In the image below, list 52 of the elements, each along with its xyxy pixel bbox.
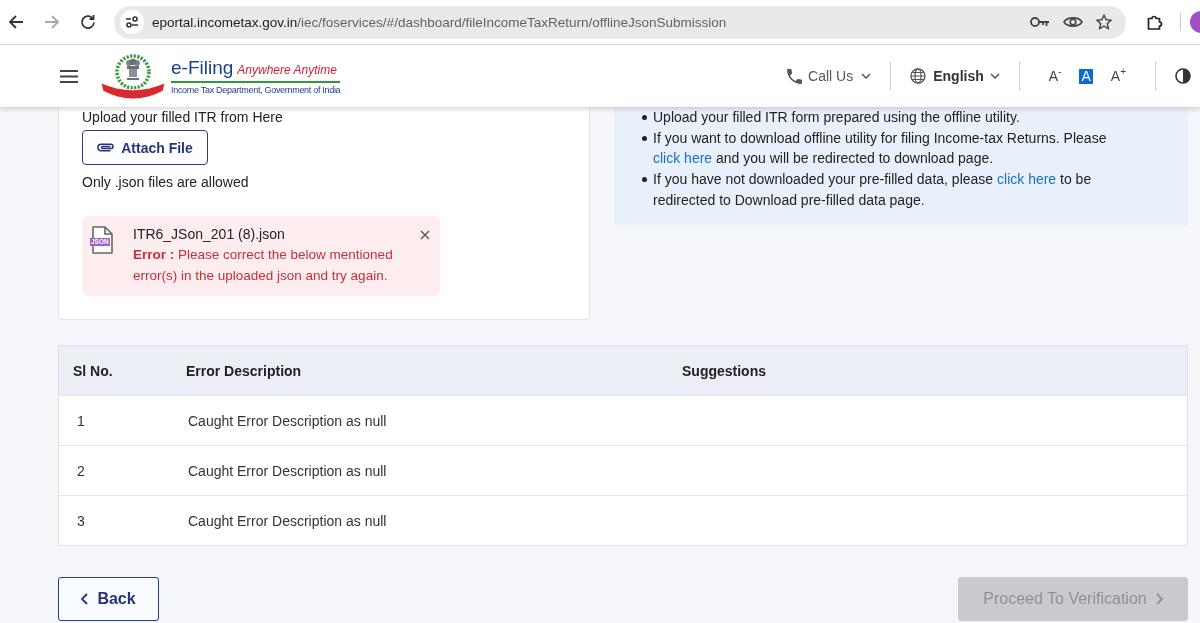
logo-tagline: Anywhere Anytime	[237, 63, 337, 77]
table-cell: Caught Error Description as null	[188, 512, 387, 529]
table-cell: 3	[77, 512, 85, 529]
avatar-icon[interactable]	[1190, 11, 1200, 33]
bullet-text: If you want to download offline utility for filing Income-tax Returns. Please click here and you will be redirected to download page.	[653, 128, 1108, 169]
logo-title: e-Filing	[171, 57, 234, 79]
key-icon[interactable]	[1030, 16, 1051, 28]
upload-instruction: Upload your filled ITR from Here	[82, 108, 284, 127]
address-bar[interactable]: eportal.incometax.gov.in/iec/foservices/#/dashboard/fileIncomeTaxReturn/offlineJsonSubmission	[114, 5, 1127, 39]
table-cell: Caught Error Description as null	[188, 412, 387, 429]
chevron-down-icon	[861, 73, 872, 79]
globe-icon	[910, 68, 927, 84]
eye-icon[interactable]	[1063, 15, 1084, 29]
close-icon[interactable]	[420, 230, 430, 240]
text-size-button[interactable]: A	[1079, 68, 1093, 84]
text-size-button[interactable]: A$^{-}$	[1046, 68, 1064, 84]
back-button[interactable]: Back	[58, 577, 159, 621]
chevron-down-icon	[989, 73, 1000, 79]
paperclip-icon	[97, 143, 116, 152]
phone-icon	[787, 68, 803, 84]
reload-icon[interactable]	[80, 14, 96, 30]
bullet-text: If you have not downloaded your pre-filled data, please click here to be redirected to Download pre-filled data page.	[653, 170, 1093, 210]
puzzle-icon[interactable]	[1147, 14, 1163, 30]
column-header: Sl No.	[73, 362, 113, 379]
table-cell: 1	[77, 412, 85, 429]
file-type-hint: Only .json files are allowed	[82, 173, 250, 192]
text-size-button[interactable]: A$^{+}$	[1108, 68, 1128, 84]
sliders-icon[interactable]	[120, 10, 144, 34]
column-header: Suggestions	[682, 362, 766, 379]
language-button[interactable]: English	[910, 68, 1000, 84]
emblem-icon	[100, 53, 166, 99]
bullet-icon	[642, 135, 647, 141]
file-name: ITR6_JSon_201 (8).json	[133, 225, 286, 244]
link[interactable]: click here	[653, 150, 713, 167]
chevron-left-icon	[81, 593, 89, 605]
menu-icon[interactable]	[60, 69, 78, 83]
contrast-icon[interactable]	[1175, 68, 1191, 84]
link[interactable]: click here	[997, 171, 1057, 188]
error-message: Error : Please correct the below mentioned error(s) in the uploaded json and try again.	[133, 246, 394, 285]
chevron-right-icon	[1155, 593, 1163, 605]
attach-file-button[interactable]: Attach File	[82, 130, 208, 165]
back-arrow-icon[interactable]	[8, 14, 24, 30]
column-header: Error Description	[186, 362, 302, 379]
bullet-icon	[642, 177, 647, 183]
table-cell: Caught Error Description as null	[188, 462, 387, 479]
url-text[interactable]: eportal.incometax.gov.in/iec/foservices/#/dashboard/fileIncomeTaxReturn/offlineJsonSubmission	[152, 14, 1018, 30]
call-us-button[interactable]: Call Us	[787, 68, 872, 84]
table-cell: 2	[77, 462, 85, 479]
bullet-text: Upload your filled ITR form prepared using the offline utility.	[653, 108, 1020, 127]
star-icon[interactable]	[1096, 14, 1113, 30]
bullet-icon	[642, 115, 647, 120]
logo-subtitle: Income Tax Department, Government of India	[171, 85, 341, 95]
